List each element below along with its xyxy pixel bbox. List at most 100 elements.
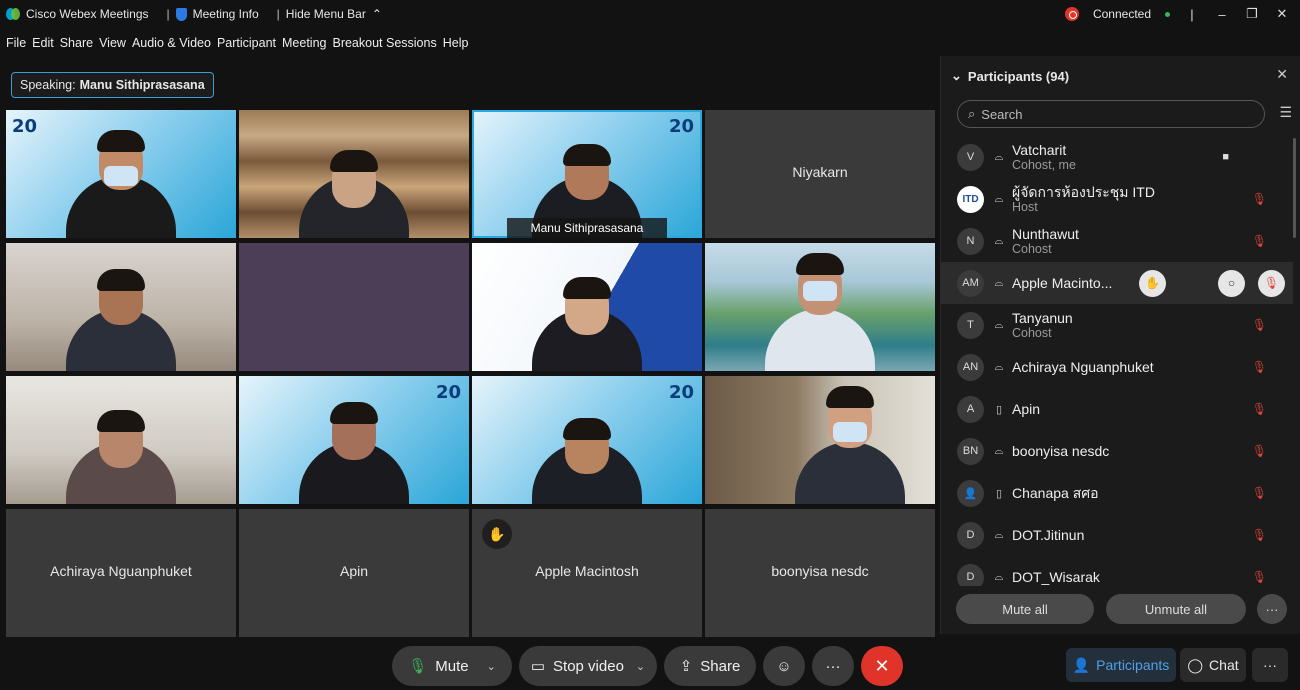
list-item[interactable]: D ⌓ DOT_Wisarak 🎙 — [941, 556, 1293, 586]
more-options-button[interactable]: ··· — [812, 646, 854, 686]
tile-name: Achiraya Nguanphuket — [50, 563, 192, 579]
chevron-down-icon[interactable]: ⌄ — [487, 660, 496, 673]
mute-button[interactable]: 🎙 Mute ⌄ — [392, 646, 512, 686]
mic-muted-icon[interactable]: 🎙 — [1252, 360, 1267, 374]
menu-breakout-sessions[interactable]: Breakout Sessions — [332, 36, 436, 50]
search-input[interactable]: ⌕ Search — [957, 100, 1265, 128]
mute-all-button[interactable]: Mute all — [956, 594, 1094, 624]
menu-help[interactable]: Help — [443, 36, 469, 50]
more-options-icon[interactable]: ··· — [1257, 594, 1287, 624]
menu-view[interactable]: View — [99, 36, 126, 50]
video-tile[interactable]: Apin — [239, 509, 469, 637]
list-item[interactable]: AM ⌓ Apple Macinto... ✋ ○ 🎙 — [941, 262, 1293, 304]
stop-video-button[interactable]: ▭ Stop video ⌄ — [519, 646, 657, 686]
mic-muted-icon[interactable]: 🎙 — [1252, 570, 1267, 584]
participant-role: Cohost — [1012, 325, 1052, 340]
avatar: D — [957, 521, 984, 549]
chat-button[interactable]: ◯ Chat — [1180, 648, 1246, 682]
mic-muted-icon[interactable]: 🎙 — [1252, 192, 1267, 206]
list-item[interactable]: D ⌓ DOT.Jitinun 🎙 — [941, 514, 1293, 556]
video-tile[interactable] — [705, 243, 935, 371]
stop-video-label: Stop video — [553, 657, 624, 675]
participant-name: Vatcharit — [1012, 141, 1067, 158]
meeting-info-label: Meeting Info — [192, 7, 259, 21]
video-grid: 20 20 Manu Sithiprasasana Niyakarn 20 20… — [6, 110, 936, 637]
list-item[interactable]: BN ⌓ boonyisa nesdc 🎙 — [941, 430, 1293, 472]
video-tile[interactable]: ✋ Apple Macintosh — [472, 509, 702, 637]
video-tile[interactable] — [6, 243, 236, 371]
minimize-icon[interactable]: – — [1214, 7, 1230, 22]
share-label: Share — [700, 657, 741, 675]
participants-header[interactable]: ⌄ Participants (94) — [951, 68, 1069, 84]
anniversary-logo: 20 — [12, 116, 38, 137]
search-icon: ⌕ — [968, 106, 976, 121]
participants-panel: ⌄ Participants (94) ✕ ⌕ Search ☰ V ⌓ Vat… — [940, 56, 1300, 634]
window-controls: Connected | – ❐ ✕ — [1064, 0, 1290, 28]
menu-participant[interactable]: Participant — [217, 36, 276, 50]
video-tile[interactable] — [472, 243, 702, 371]
mic-muted-icon[interactable]: 🎙 — [1252, 402, 1267, 416]
list-item[interactable]: V ⌓ Vatcharit Cohost, me ■ — [941, 136, 1293, 178]
list-item[interactable]: N ⌓ Nunthawut Cohost 🎙 — [941, 220, 1293, 262]
scrollbar[interactable] — [1293, 138, 1296, 238]
restore-icon[interactable]: ❐ — [1244, 6, 1260, 22]
video-tile[interactable]: 20 — [472, 376, 702, 504]
video-tile[interactable] — [239, 110, 469, 238]
headset-icon: ⌓ — [994, 444, 1004, 457]
close-icon[interactable]: ✕ — [1276, 66, 1288, 83]
menu-edit[interactable]: Edit — [32, 36, 54, 50]
more-panels-button[interactable]: ··· — [1252, 648, 1288, 682]
share-button[interactable]: ⇪ Share — [664, 646, 756, 686]
list-item[interactable]: 👤 ▯ Chanapa สศอ 🎙 — [941, 472, 1293, 514]
close-icon[interactable]: ✕ — [1274, 6, 1290, 22]
participant-name: ผู้จัดการห้องประชุม ITD — [1012, 183, 1155, 200]
avatar: T — [957, 311, 984, 339]
unmute-all-button[interactable]: Unmute all — [1106, 594, 1246, 624]
record-icon[interactable] — [1064, 7, 1079, 21]
meeting-info-button[interactable]: Meeting Info — [175, 7, 259, 21]
video-tile[interactable] — [705, 376, 935, 504]
lower-hand-icon[interactable]: ✋ — [1139, 269, 1166, 297]
mic-muted-icon[interactable]: 🎙 — [1252, 528, 1267, 542]
menu-meeting[interactable]: Meeting — [282, 36, 326, 50]
list-item[interactable]: T ⌓ Tanyanun Cohost 🎙 — [941, 304, 1293, 346]
video-tile[interactable]: Niyakarn — [705, 110, 935, 238]
chat-bubble-icon[interactable]: ○ — [1218, 269, 1245, 297]
video-tile[interactable]: 20 — [239, 376, 469, 504]
video-tile[interactable]: Achiraya Nguanphuket — [6, 509, 236, 637]
mic-muted-icon[interactable]: 🎙 — [1252, 486, 1267, 500]
menu-file[interactable]: File — [6, 36, 26, 50]
mic-muted-icon[interactable]: 🎙 — [1258, 269, 1285, 297]
video-tile[interactable] — [6, 376, 236, 504]
list-item[interactable]: ITD ⌓ ผู้จัดการห้องประชุม ITD Host 🎙 — [941, 178, 1293, 220]
menu-audio-video[interactable]: Audio & Video — [132, 36, 211, 50]
participant-role: Host — [1012, 199, 1038, 214]
reactions-button[interactable]: ☺ — [763, 646, 805, 686]
video-tile[interactable] — [239, 243, 469, 371]
hide-menu-bar-button[interactable]: Hide Menu Bar ⌃ — [286, 7, 382, 21]
video-tile[interactable]: boonyisa nesdc — [705, 509, 935, 637]
face-mask — [104, 166, 138, 186]
participant-list: V ⌓ Vatcharit Cohost, me ■ ITD ⌓ ผู้จัดกา… — [941, 136, 1293, 586]
video-camera-icon: ▭ — [530, 658, 546, 675]
connected-dot-icon — [1165, 11, 1170, 17]
chat-label: Chat — [1209, 657, 1239, 673]
leave-meeting-button[interactable]: ✕ — [861, 646, 903, 686]
anniversary-logo: 20 — [435, 382, 461, 403]
participant-hair — [97, 410, 145, 432]
list-item[interactable]: A ▯ Apin 🎙 — [941, 388, 1293, 430]
participant-hair — [563, 144, 611, 166]
menu-share[interactable]: Share — [60, 36, 93, 50]
separator: | — [166, 7, 170, 21]
video-tile[interactable]: 20 — [6, 110, 236, 238]
video-camera-icon[interactable]: ■ — [1222, 151, 1229, 163]
video-tile-active-speaker[interactable]: 20 Manu Sithiprasasana — [472, 110, 702, 238]
participants-button[interactable]: 👤 Participants — [1066, 648, 1176, 682]
mic-muted-icon[interactable]: 🎙 — [1252, 234, 1267, 248]
sort-icon[interactable]: ☰ — [1279, 104, 1292, 121]
mic-muted-icon[interactable]: 🎙 — [1252, 318, 1267, 332]
list-item[interactable]: AN ⌓ Achiraya Nguanphuket 🎙 — [941, 346, 1293, 388]
search-placeholder: Search — [981, 106, 1023, 122]
mic-muted-icon[interactable]: 🎙 — [1252, 444, 1267, 458]
chevron-down-icon[interactable]: ⌄ — [636, 660, 645, 673]
